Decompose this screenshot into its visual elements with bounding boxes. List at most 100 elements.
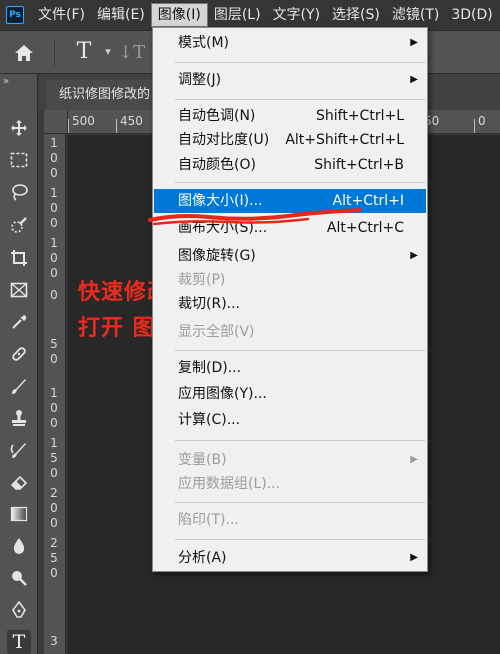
ruler-label: 0 [50,216,58,230]
chevron-down-icon[interactable]: ▾ [100,41,116,63]
menu-divider [175,62,425,63]
menu-item-auto-contrast[interactable]: 自动对比度(U) Alt+Shift+Ctrl+L [154,128,426,152]
lasso-tool-icon[interactable] [7,180,31,204]
ruler-tick [474,119,475,133]
clone-stamp-tool-icon[interactable] [7,406,31,430]
quick-selection-tool-icon[interactable] [7,213,31,237]
ruler-label: 1 [50,136,58,150]
menu-item-label: 应用图像(Y)... [178,386,267,402]
menu-item-apply-data-set: 应用数据组(L)... [154,472,426,496]
menu-select[interactable]: 选择(S) [326,3,386,27]
dodge-tool-icon[interactable] [7,566,31,590]
menu-divider [175,99,425,100]
ruler-label: 2 [50,536,58,550]
ruler-label: 500 [72,114,95,128]
text-tool-preset-icon[interactable]: T [70,37,98,67]
ruler-label: 0 [50,166,58,180]
menu-item-calculations[interactable]: 计算(C)... [154,408,426,432]
menu-item-label: 分析(A) [178,550,227,566]
move-tool-icon[interactable] [7,116,31,140]
menu-item-label: 显示全部(V) [178,324,255,340]
image-menu-dropdown: 模式(M) ▶ 调整(J) ▶ 自动色调(N) Shift+Ctrl+L 自动对… [152,27,428,572]
ruler-origin[interactable] [44,110,68,134]
ruler-label: 0 [50,401,58,415]
vertical-ruler[interactable]: 1 0 0 1 0 0 1 0 0 0 5 0 1 0 0 1 5 0 2 0 … [44,134,66,654]
ruler-label: 0 [50,288,58,302]
brush-tool-icon[interactable] [7,374,31,398]
options-separator [54,39,55,67]
gradient-tool-icon[interactable] [7,502,31,526]
tools-panel: » T [0,74,38,654]
eyedropper-tool-icon[interactable] [7,310,31,334]
menu-bar: Ps 文件(F) 编辑(E) 图像(I) 图层(L) 文字(Y) 选择(S) 滤… [0,0,500,30]
menu-item-label: 自动对比度(U) [178,132,270,148]
ruler-label: 0 [50,266,58,280]
ruler-label: 0 [50,201,58,215]
menu-item-label: 计算(C)... [178,412,241,428]
menu-file[interactable]: 文件(F) [32,3,91,27]
ruler-label: 5 [50,451,58,465]
ruler-label: 5 [50,337,58,351]
menu-divider [175,350,425,351]
menu-item-image-rotation[interactable]: 图像旋转(G) ▶ [154,244,426,268]
menu-item-mode[interactable]: 模式(M) ▶ [154,31,426,55]
ruler-label: 0 [50,416,58,430]
ruler-label: 2 [50,486,58,500]
menu-item-adjustments[interactable]: 调整(J) ▶ [154,68,426,92]
ruler-label: 1 [50,436,58,450]
menu-item-apply-image[interactable]: 应用图像(Y)... [154,382,426,406]
menu-3d[interactable]: 3D(D) [445,3,498,27]
healing-brush-tool-icon[interactable] [7,342,31,366]
menu-type[interactable]: 文字(Y) [267,3,326,27]
menu-item-duplicate[interactable]: 复制(D)... [154,356,426,380]
ruler-label: 0 [50,352,58,366]
pen-tool-icon[interactable] [7,598,31,622]
menu-item-auto-tone[interactable]: 自动色调(N) Shift+Ctrl+L [154,104,426,128]
blur-tool-icon[interactable] [7,534,31,558]
menu-item-shortcut: Shift+Ctrl+B [314,157,404,173]
menu-item-label: 陷印(T)... [178,512,239,528]
frame-tool-icon[interactable] [7,278,31,302]
marquee-tool-icon[interactable] [7,148,31,172]
text-orientation-icon[interactable]: ↓T [118,39,152,67]
menu-filter[interactable]: 滤镜(T) [386,3,445,27]
menu-item-crop: 裁剪(P) [154,268,426,292]
ruler-label: 3 [50,634,58,648]
menu-item-trap: 陷印(T)... [154,508,426,532]
menu-item-label: 裁剪(P) [178,272,226,288]
ruler-tick [116,119,117,133]
home-icon[interactable] [10,40,38,66]
menu-item-shortcut: Shift+Ctrl+L [316,108,404,124]
ruler-label: 1 [50,386,58,400]
collapse-panel-icon[interactable]: » [3,76,9,87]
submenu-arrow-icon: ▶ [410,552,418,563]
submenu-arrow-icon: ▶ [410,454,418,465]
type-tool-icon[interactable]: T [7,630,31,654]
menu-item-label: 裁切(R)... [178,296,241,312]
eraser-tool-icon[interactable] [7,470,31,494]
menu-divider [175,502,425,503]
photoshop-window: Ps 文件(F) 编辑(E) 图像(I) 图层(L) 文字(Y) 选择(S) 滤… [0,0,500,654]
menu-divider [175,539,425,540]
ruler-label: 450 [120,114,143,128]
red-underline-stroke [148,208,362,226]
menu-item-shortcut: Alt+Shift+Ctrl+L [285,132,404,148]
menu-item-label: 调整(J) [178,72,222,88]
history-brush-tool-icon[interactable] [7,438,31,462]
crop-tool-icon[interactable] [7,246,31,270]
menu-item-label: 应用数据组(L)... [178,476,281,492]
menu-divider [175,440,425,441]
menu-item-analysis[interactable]: 分析(A) ▶ [154,546,426,570]
menu-item-reveal-all: 显示全部(V) [154,320,426,344]
ruler-label: 0 [50,501,58,515]
menu-layer[interactable]: 图层(L) [208,3,267,27]
photoshop-logo: Ps [6,6,24,24]
menu-edit[interactable]: 编辑(E) [91,3,151,27]
menu-item-auto-color[interactable]: 自动颜色(O) Shift+Ctrl+B [154,153,426,177]
ruler-label: 0 [50,251,58,265]
menu-item-trim[interactable]: 裁切(R)... [154,292,426,316]
ruler-label: 5 [50,551,58,565]
menu-image[interactable]: 图像(I) [150,3,208,27]
ruler-tick [68,119,69,133]
menu-item-label: 自动色调(N) [178,108,256,124]
